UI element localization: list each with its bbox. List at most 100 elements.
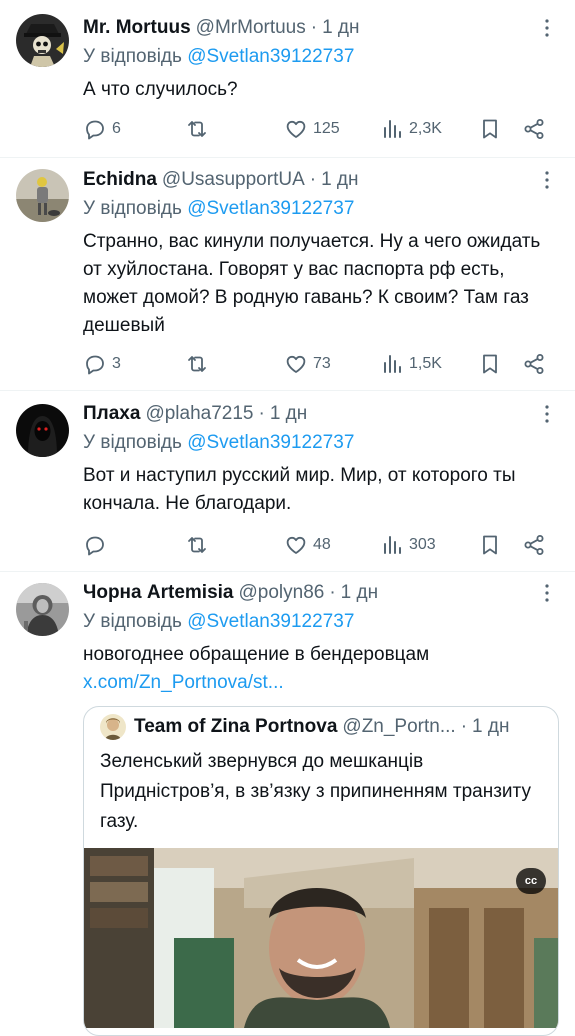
- display-name[interactable]: Mr. Mortuus: [83, 17, 191, 39]
- separator: ·: [329, 582, 336, 603]
- tweet-header: Mr. Mortuus @MrMortuus · 1 дн: [83, 14, 559, 42]
- timestamp[interactable]: 1 дн: [322, 17, 359, 39]
- quoted-avatar: [100, 714, 126, 740]
- quoted-video[interactable]: cc: [84, 848, 558, 1028]
- separator: ·: [460, 716, 468, 737]
- views-count: 303: [409, 536, 436, 553]
- tweet-text: Странно, вас кинули получается. Ну а чег…: [83, 231, 541, 336]
- timestamp[interactable]: 1 дн: [341, 582, 378, 604]
- like-button[interactable]: 125: [284, 114, 340, 144]
- retweet-button[interactable]: [185, 530, 214, 560]
- display-name[interactable]: Чорна Artemisia: [83, 582, 233, 604]
- reply-button[interactable]: [83, 530, 112, 560]
- views-count: 1,5K: [409, 355, 442, 372]
- share-button[interactable]: [522, 349, 546, 379]
- separator: ·: [258, 403, 265, 424]
- reply-prefix: У відповідь: [83, 432, 182, 453]
- avatar[interactable]: [16, 583, 69, 636]
- username[interactable]: @UsasupportUA: [162, 169, 305, 191]
- more-icon[interactable]: [535, 16, 559, 40]
- like-icon: [286, 120, 306, 138]
- display-name[interactable]: Echidna: [83, 169, 157, 191]
- reply-mention[interactable]: @Svetlan39122737: [187, 46, 354, 67]
- retweet-button[interactable]: [185, 114, 214, 144]
- tweet-link[interactable]: x.com/Zn_Portnova/st...: [83, 672, 284, 693]
- views-icon: [384, 120, 401, 138]
- tweet[interactable]: Плаха @plaha7215 · 1 дн У відповідь @Sve…: [0, 391, 575, 572]
- reply-icon: [86, 355, 104, 375]
- like-icon: [286, 355, 306, 373]
- tweet-text: новогоднее обращение в бендеровцам x.com…: [83, 641, 559, 697]
- reply-prefix: У відповідь: [83, 611, 182, 632]
- tweet-text: Вот и наступил русский мир. Мир, от кото…: [83, 465, 516, 514]
- bookmark-icon: [483, 119, 497, 139]
- bookmark-button[interactable]: [478, 349, 502, 379]
- retweet-icon: [188, 356, 206, 372]
- share-button[interactable]: [522, 530, 546, 560]
- bookmark-button[interactable]: [478, 530, 502, 560]
- tweet[interactable]: Чорна Artemisia @polyn86 · 1 дн У відпов…: [0, 572, 575, 1036]
- views-button[interactable]: 303: [380, 530, 436, 560]
- reply-count: 3: [112, 355, 121, 372]
- reply-icon: [86, 536, 104, 556]
- bookmark-button[interactable]: [478, 114, 502, 144]
- quoted-tweet-header: Team of Zina Portnova @Zn_Portn... · 1 д…: [84, 707, 558, 747]
- action-bar: 3 73 1,5K: [0, 349, 575, 379]
- tweet[interactable]: Mr. Mortuus @MrMortuus · 1 дн У відповід…: [0, 0, 575, 158]
- tweet-text-body: новогоднее обращение в бендеровцам: [83, 644, 430, 665]
- share-icon: [524, 535, 544, 555]
- reply-mention[interactable]: @Svetlan39122737: [187, 611, 354, 632]
- quoted-tweet-text: Зеленський звернувся до мешканців Придні…: [100, 751, 531, 832]
- like-button[interactable]: 48: [284, 530, 331, 560]
- like-count: 125: [313, 120, 340, 137]
- share-icon: [524, 119, 544, 139]
- reply-mention[interactable]: @Svetlan39122737: [187, 432, 354, 453]
- username[interactable]: @polyn86: [238, 582, 324, 604]
- quoted-username: @Zn_Portn...: [342, 716, 456, 737]
- more-icon[interactable]: [535, 168, 559, 192]
- action-bar: 48 303: [0, 530, 575, 560]
- reply-mention[interactable]: @Svetlan39122737: [187, 198, 354, 219]
- reply-context: У відповідь @Svetlan39122737: [83, 194, 559, 224]
- video-thumbnail: [84, 848, 558, 1028]
- views-count: 2,3K: [409, 120, 442, 137]
- avatar[interactable]: [16, 404, 69, 457]
- reply-prefix: У відповідь: [83, 198, 182, 219]
- username[interactable]: @plaha7215: [145, 403, 253, 425]
- tweet[interactable]: Echidna @UsasupportUA · 1 дн У відповідь…: [0, 158, 575, 391]
- more-icon[interactable]: [535, 581, 559, 605]
- retweet-button[interactable]: [185, 349, 214, 379]
- like-count: 73: [313, 355, 331, 372]
- like-icon: [286, 536, 306, 554]
- tweet-header: Echidna @UsasupportUA · 1 дн: [83, 166, 559, 194]
- display-name[interactable]: Плаха: [83, 403, 140, 425]
- bookmark-icon: [483, 354, 497, 374]
- reply-context: У відповідь @Svetlan39122737: [83, 607, 559, 637]
- closed-captions-icon[interactable]: cc: [516, 868, 546, 894]
- tweet-header: Плаха @plaha7215 · 1 дн: [83, 400, 559, 428]
- views-button[interactable]: 2,3K: [380, 114, 442, 144]
- reply-prefix: У відповідь: [83, 46, 182, 67]
- reply-button[interactable]: 3: [83, 349, 121, 379]
- quoted-timestamp: 1 дн: [472, 716, 510, 737]
- retweet-icon: [188, 121, 206, 137]
- share-icon: [524, 354, 544, 374]
- reply-context: У відповідь @Svetlan39122737: [83, 428, 559, 458]
- views-button[interactable]: 1,5K: [380, 349, 442, 379]
- separator: ·: [309, 169, 317, 190]
- avatar[interactable]: [16, 169, 69, 222]
- tweet-header: Чорна Artemisia @polyn86 · 1 дн: [83, 579, 559, 607]
- like-button[interactable]: 73: [284, 349, 331, 379]
- reply-button[interactable]: 6: [83, 114, 121, 144]
- action-bar: 6 125 2,3K: [0, 114, 575, 144]
- retweet-icon: [188, 537, 206, 553]
- bookmark-icon: [483, 535, 497, 555]
- share-button[interactable]: [522, 114, 546, 144]
- timestamp[interactable]: 1 дн: [270, 403, 307, 425]
- avatar[interactable]: [16, 14, 69, 67]
- more-icon[interactable]: [535, 402, 559, 426]
- quoted-tweet[interactable]: Team of Zina Portnova @Zn_Portn... · 1 д…: [83, 706, 559, 1036]
- timestamp[interactable]: 1 дн: [321, 169, 358, 191]
- username[interactable]: @MrMortuus: [196, 17, 306, 39]
- reply-count: 6: [112, 120, 121, 137]
